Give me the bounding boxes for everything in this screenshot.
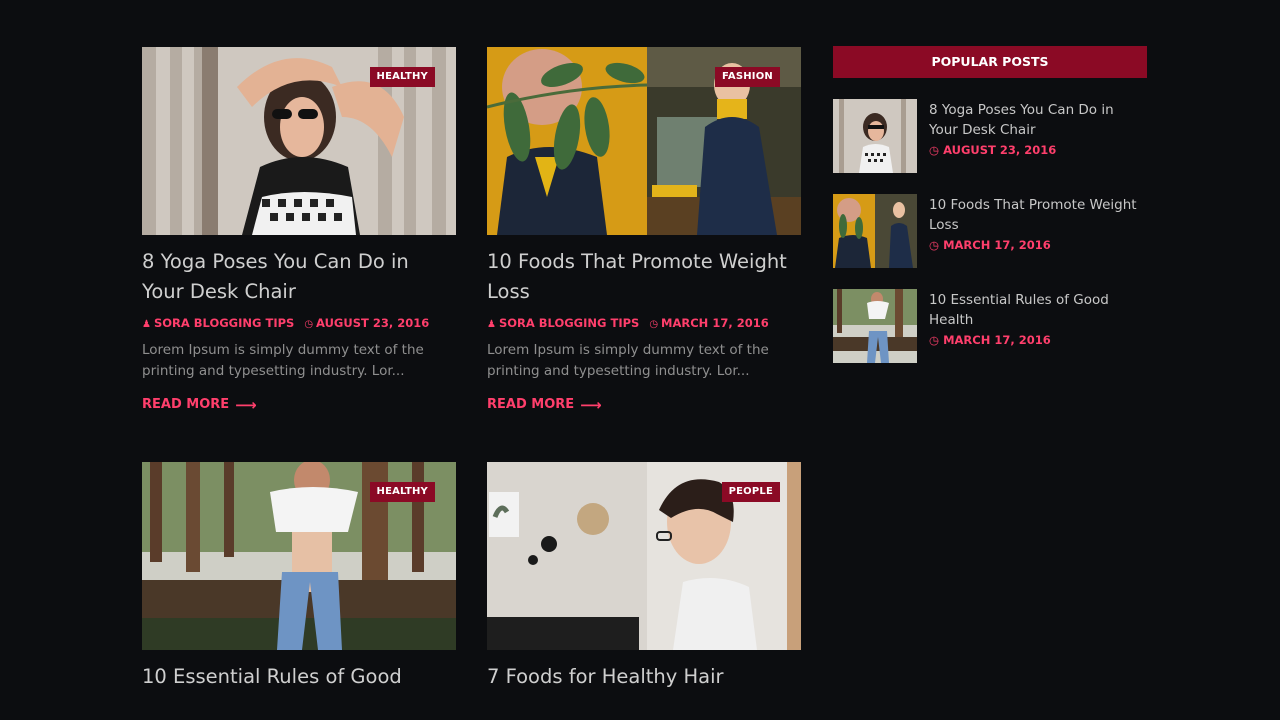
category-tag[interactable]: HEALTHY: [369, 67, 435, 87]
category-tag[interactable]: FASHION: [715, 67, 780, 87]
popular-post-title[interactable]: 8 Yoga Poses You Can Do in Your Desk Cha…: [929, 100, 1139, 140]
sidebar: POPULAR POSTS 8 Yoga Poses You Can Do in…: [833, 46, 1147, 363]
popular-post-image-park: [833, 289, 917, 363]
read-more-label: READ MORE: [142, 397, 230, 412]
popular-post-title[interactable]: 10 Foods That Promote Weight Loss: [929, 195, 1139, 235]
category-tag[interactable]: HEALTHY: [369, 482, 435, 502]
arrow-right-icon: ⟶: [580, 395, 602, 414]
post-thumbnail[interactable]: FASHION: [487, 47, 801, 235]
post-card: HEALTHY 8 Yoga Poses You Can Do in Your …: [142, 47, 456, 412]
post-thumbnail[interactable]: HEALTHY: [142, 47, 456, 235]
post-title[interactable]: 8 Yoga Poses You Can Do in Your Desk Cha…: [142, 247, 456, 307]
post-thumbnail[interactable]: HEALTHY: [142, 462, 456, 650]
clock-icon: ◷: [929, 333, 940, 347]
popular-post-image-yoga: [833, 99, 917, 173]
date-text: MARCH 17, 2016: [943, 333, 1051, 347]
user-icon: ♟: [142, 319, 151, 330]
post-author[interactable]: ♟ SORA BLOGGING TIPS: [487, 316, 639, 330]
popular-post-thumbnail[interactable]: [833, 194, 917, 268]
arrow-right-icon: ⟶: [235, 395, 257, 414]
widget-title: POPULAR POSTS: [833, 46, 1147, 78]
post-card: HEALTHY 10 Essential Rules of Good: [142, 462, 456, 692]
post-excerpt: Lorem Ipsum is simply dummy text of the …: [142, 342, 424, 379]
post-thumbnail[interactable]: PEOPLE: [487, 462, 801, 650]
post-meta: ♟ SORA BLOGGING TIPS ◷ MARCH 17, 2016: [487, 316, 801, 330]
popular-post-item[interactable]: 10 Essential Rules of Good Health ◷ MARC…: [833, 289, 1147, 363]
popular-post-text: 10 Foods That Promote Weight Loss ◷ MARC…: [929, 194, 1139, 268]
popular-post-title[interactable]: 10 Essential Rules of Good Health: [929, 290, 1139, 330]
date-text: MARCH 17, 2016: [661, 316, 769, 330]
post-date: ◷ MARCH 17, 2016: [649, 316, 768, 330]
author-name: SORA BLOGGING TIPS: [153, 316, 295, 330]
date-text: MARCH 17, 2016: [943, 238, 1051, 252]
date-text: AUGUST 23, 2016: [943, 143, 1057, 157]
read-more-link[interactable]: READ MORE ⟶: [487, 397, 602, 412]
clock-icon: ◷: [929, 238, 940, 252]
popular-post-item[interactable]: 8 Yoga Poses You Can Do in Your Desk Cha…: [833, 99, 1147, 173]
category-tag[interactable]: PEOPLE: [721, 482, 780, 502]
clock-icon: ◷: [649, 319, 659, 330]
popular-post-text: 8 Yoga Poses You Can Do in Your Desk Cha…: [929, 99, 1139, 173]
clock-icon: ◷: [929, 143, 940, 157]
popular-post-date: ◷ MARCH 17, 2016: [929, 333, 1139, 347]
post-card: PEOPLE 7 Foods for Healthy Hair: [487, 462, 801, 692]
popular-post-date: ◷ MARCH 17, 2016: [929, 238, 1139, 252]
clock-icon: ◷: [304, 319, 314, 330]
post-title[interactable]: 10 Essential Rules of Good: [142, 662, 456, 692]
popular-post-thumbnail[interactable]: [833, 99, 917, 173]
post-author[interactable]: ♟ SORA BLOGGING TIPS: [142, 316, 294, 330]
post-title[interactable]: 10 Foods That Promote Weight Loss: [487, 247, 801, 307]
author-name: SORA BLOGGING TIPS: [498, 316, 640, 330]
post-meta: ♟ SORA BLOGGING TIPS ◷ AUGUST 23, 2016: [142, 316, 456, 330]
date-text: AUGUST 23, 2016: [316, 316, 430, 330]
popular-post-thumbnail[interactable]: [833, 289, 917, 363]
read-more-link[interactable]: READ MORE ⟶: [142, 397, 257, 412]
post-date: ◷ AUGUST 23, 2016: [304, 316, 429, 330]
popular-post-image-fashion: [833, 194, 917, 268]
read-more-label: READ MORE: [487, 397, 575, 412]
popular-post-text: 10 Essential Rules of Good Health ◷ MARC…: [929, 289, 1139, 363]
popular-post-item[interactable]: 10 Foods That Promote Weight Loss ◷ MARC…: [833, 194, 1147, 268]
user-icon: ♟: [487, 319, 496, 330]
post-card: FASHION 10 Foods That Promote Weight Los…: [487, 47, 801, 412]
post-excerpt: Lorem Ipsum is simply dummy text of the …: [487, 342, 769, 379]
post-title[interactable]: 7 Foods for Healthy Hair: [487, 662, 801, 692]
popular-post-date: ◷ AUGUST 23, 2016: [929, 143, 1139, 157]
